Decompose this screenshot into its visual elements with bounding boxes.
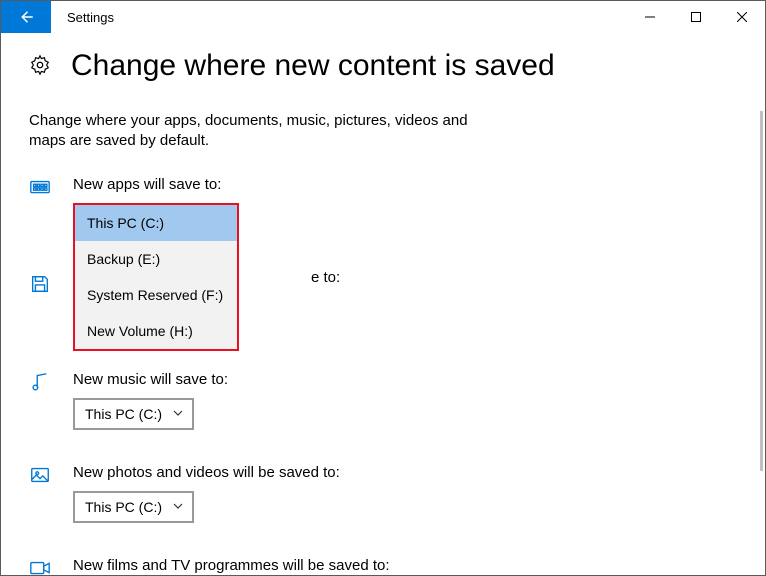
setting-row-photos: New photos and videos will be saved to: … <box>29 464 737 547</box>
setting-row-music: New music will save to: This PC (C:) <box>29 371 737 454</box>
dropdown-item-new-volume[interactable]: New Volume (H:) <box>75 313 237 349</box>
apps-label: New apps will save to: <box>73 176 737 193</box>
documents-label-partial: e to: <box>311 269 340 286</box>
apps-icon <box>29 176 51 201</box>
music-icon <box>29 371 51 396</box>
window-controls <box>627 1 765 33</box>
close-button[interactable] <box>719 1 765 33</box>
chevron-down-icon <box>172 499 184 515</box>
gear-icon <box>29 54 51 79</box>
page-description: Change where your apps, documents, music… <box>29 111 469 152</box>
photos-combo-value: This PC (C:) <box>85 499 162 515</box>
scrollbar[interactable] <box>760 111 763 471</box>
dropdown-item-system-reserved[interactable]: System Reserved (F:) <box>75 277 237 313</box>
photos-icon <box>29 464 51 489</box>
apps-dropdown-open: This PC (C:) Backup (E:) System Reserved… <box>73 203 737 351</box>
save-icon <box>29 273 51 298</box>
setting-row-apps: New apps will save to: This PC (C:) Back… <box>29 176 737 361</box>
page-title: Change where new content is saved <box>71 49 555 83</box>
music-label: New music will save to: <box>73 371 737 388</box>
dropdown-item-this-pc[interactable]: This PC (C:) <box>75 205 237 241</box>
maximize-button[interactable] <box>673 1 719 33</box>
dropdown-list: This PC (C:) Backup (E:) System Reserved… <box>73 203 239 351</box>
music-combo-value: This PC (C:) <box>85 406 162 422</box>
music-combo[interactable]: This PC (C:) <box>73 398 194 430</box>
setting-row-films: New films and TV programmes will be save… <box>29 557 737 576</box>
chevron-down-icon <box>172 406 184 422</box>
photos-combo[interactable]: This PC (C:) <box>73 491 194 523</box>
page-header: Change where new content is saved <box>29 49 737 83</box>
dropdown-item-backup[interactable]: Backup (E:) <box>75 241 237 277</box>
photos-label: New photos and videos will be saved to: <box>73 464 737 481</box>
minimize-button[interactable] <box>627 1 673 33</box>
films-label: New films and TV programmes will be save… <box>73 557 737 574</box>
window-title: Settings <box>51 1 627 33</box>
back-button[interactable] <box>1 1 51 33</box>
content-area: Change where new content is saved Change… <box>1 33 765 575</box>
titlebar: Settings <box>1 1 765 33</box>
video-icon <box>29 557 51 576</box>
